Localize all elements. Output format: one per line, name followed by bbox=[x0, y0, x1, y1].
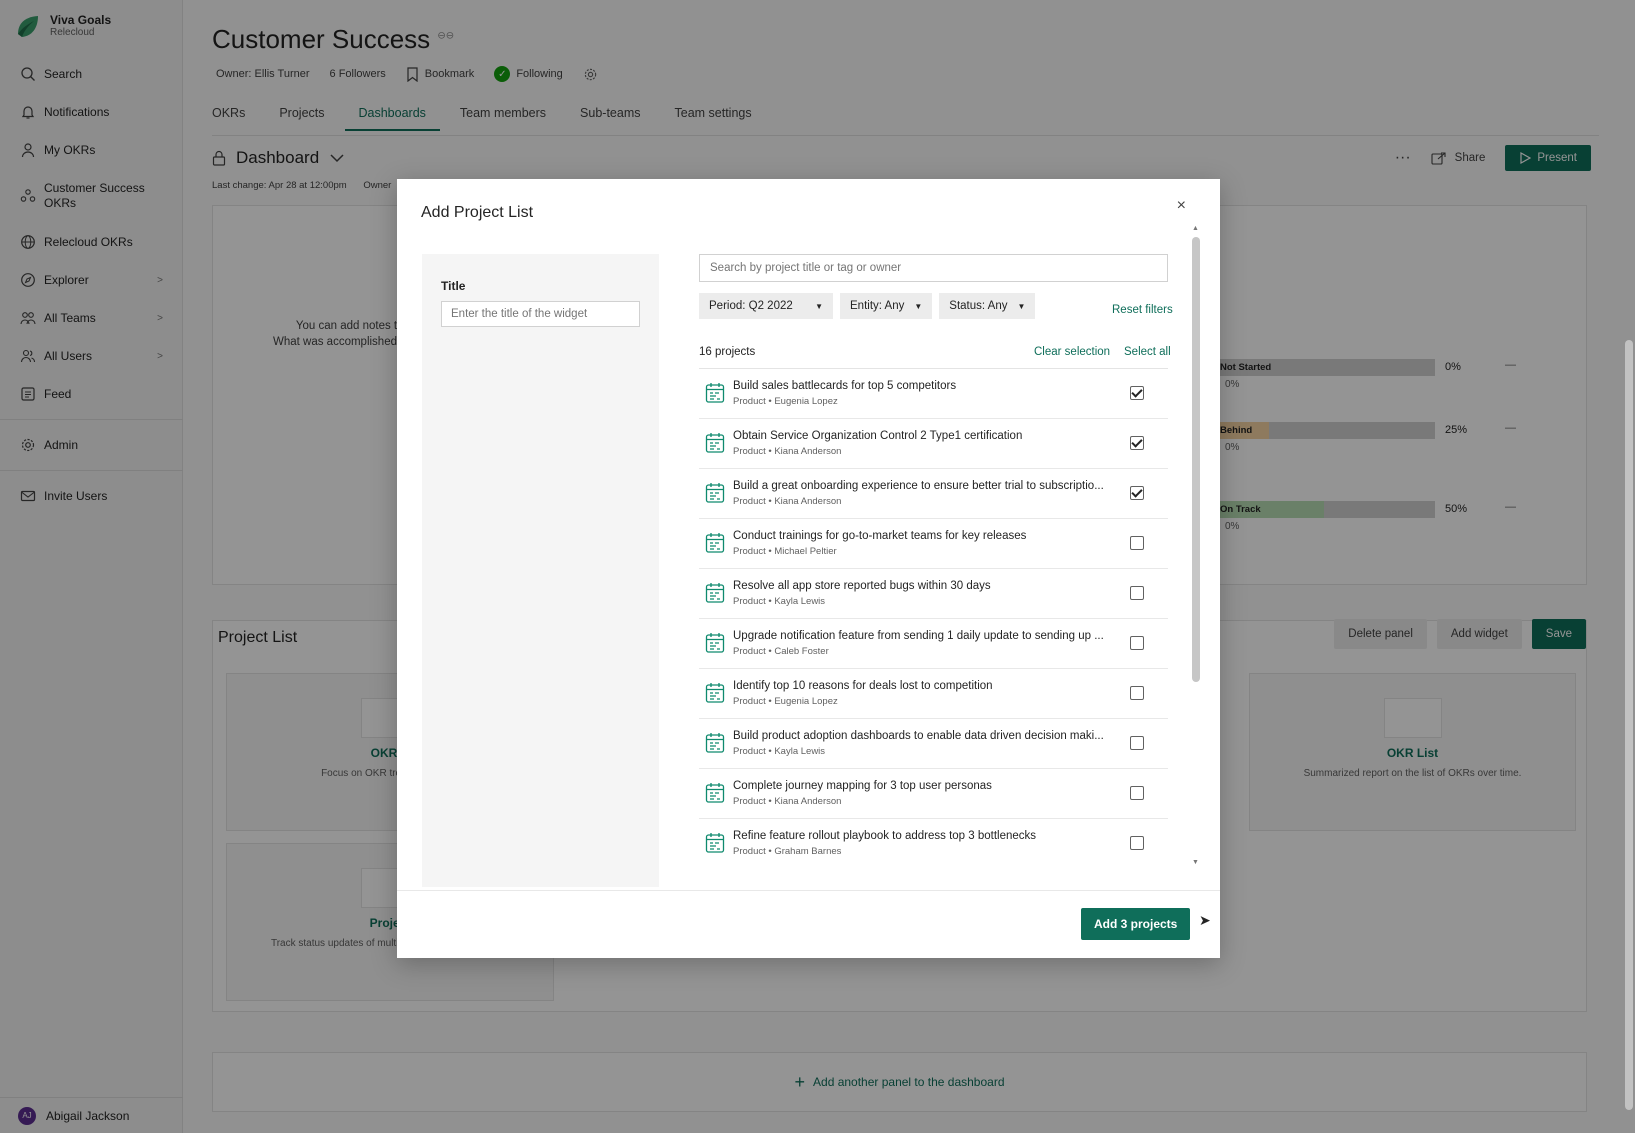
clear-selection-link[interactable]: Clear selection bbox=[1034, 346, 1110, 358]
project-name: Refine feature rollout playbook to addre… bbox=[733, 830, 1037, 842]
project-name: Obtain Service Organization Control 2 Ty… bbox=[733, 430, 1023, 442]
project-row[interactable]: Build product adoption dashboards to ena… bbox=[699, 719, 1168, 769]
project-row[interactable]: Build a great onboarding experience to e… bbox=[699, 469, 1168, 519]
caret-down-icon: ▼ bbox=[1017, 301, 1026, 311]
project-name: Identify top 10 reasons for deals lost t… bbox=[733, 680, 993, 692]
project-row[interactable]: Identify top 10 reasons for deals lost t… bbox=[699, 669, 1168, 719]
project-meta: Product • Eugenia Lopez bbox=[733, 396, 838, 407]
project-checkbox[interactable] bbox=[1130, 686, 1144, 700]
project-checkbox[interactable] bbox=[1130, 636, 1144, 650]
project-calendar-icon bbox=[705, 583, 725, 603]
project-row[interactable]: Refine feature rollout playbook to addre… bbox=[699, 819, 1168, 868]
add-project-list-dialog: Add Project List × Title Period: Q2 2022… bbox=[397, 179, 1220, 958]
project-checkbox[interactable] bbox=[1130, 386, 1144, 400]
filter-key: Period: bbox=[709, 300, 746, 312]
project-calendar-icon bbox=[705, 383, 725, 403]
project-name: Conduct trainings for go-to-market teams… bbox=[733, 530, 1027, 542]
project-row[interactable]: Complete journey mapping for 3 top user … bbox=[699, 769, 1168, 819]
divider bbox=[397, 890, 1220, 891]
filter-key: Entity: bbox=[850, 300, 882, 312]
filter-value: Q2 2022 bbox=[748, 300, 793, 312]
project-search-input[interactable] bbox=[699, 254, 1168, 282]
project-calendar-icon bbox=[705, 483, 725, 503]
project-checkbox[interactable] bbox=[1130, 586, 1144, 600]
project-calendar-icon bbox=[705, 433, 725, 453]
page-scrollbar[interactable] bbox=[1625, 340, 1633, 1110]
project-calendar-icon bbox=[705, 833, 725, 853]
widget-title-input[interactable] bbox=[441, 301, 640, 327]
filter-key: Status: bbox=[949, 300, 986, 312]
period-filter[interactable]: Period: Q2 2022 ▼ bbox=[699, 293, 833, 319]
filter-value: Any bbox=[884, 300, 905, 312]
project-name: Build sales battlecards for top 5 compet… bbox=[733, 380, 957, 392]
project-meta: Product • Caleb Foster bbox=[733, 646, 829, 657]
mouse-cursor-icon: ➤ bbox=[1199, 912, 1211, 928]
project-calendar-icon bbox=[705, 683, 725, 703]
scroll-up-icon[interactable]: ▲ bbox=[1192, 225, 1199, 232]
scroll-down-icon[interactable]: ▼ bbox=[1192, 859, 1199, 866]
project-name: Resolve all app store reported bugs with… bbox=[733, 580, 991, 592]
project-meta: Product • Graham Barnes bbox=[733, 846, 842, 857]
dialog-title: Add Project List bbox=[421, 204, 534, 221]
filter-bar: Period: Q2 2022 ▼ Entity: Any ▼ Status: … bbox=[699, 293, 1036, 319]
project-checkbox[interactable] bbox=[1130, 736, 1144, 750]
status-filter[interactable]: Status: Any ▼ bbox=[939, 293, 1036, 319]
project-meta: Product • Kayla Lewis bbox=[733, 596, 826, 607]
project-calendar-icon bbox=[705, 733, 725, 753]
project-name: Upgrade notification feature from sendin… bbox=[733, 630, 1104, 642]
caret-down-icon: ▼ bbox=[815, 301, 823, 311]
select-all-link[interactable]: Select all bbox=[1124, 346, 1171, 358]
entity-filter[interactable]: Entity: Any ▼ bbox=[840, 293, 933, 319]
project-meta: Product • Michael Peltier bbox=[733, 546, 837, 557]
scroll-thumb[interactable] bbox=[1192, 237, 1200, 682]
project-row[interactable]: Upgrade notification feature from sendin… bbox=[699, 619, 1168, 669]
project-calendar-icon bbox=[705, 533, 725, 553]
project-meta: Product • Kayla Lewis bbox=[733, 746, 826, 757]
close-icon[interactable]: × bbox=[1177, 197, 1186, 215]
title-label: Title bbox=[441, 279, 466, 293]
project-calendar-icon bbox=[705, 633, 725, 653]
filter-value: Any bbox=[987, 300, 1008, 312]
project-row[interactable]: Resolve all app store reported bugs with… bbox=[699, 569, 1168, 619]
project-row[interactable]: Conduct trainings for go-to-market teams… bbox=[699, 519, 1168, 569]
project-row[interactable]: Obtain Service Organization Control 2 Ty… bbox=[699, 419, 1168, 469]
project-checkbox[interactable] bbox=[1130, 836, 1144, 850]
project-name: Build product adoption dashboards to ena… bbox=[733, 730, 1104, 742]
add-projects-button[interactable]: Add 3 projects bbox=[1081, 908, 1191, 940]
dialog-scrollbar[interactable]: ▲ ▼ bbox=[1192, 225, 1200, 867]
project-checkbox[interactable] bbox=[1130, 486, 1144, 500]
project-list: Build sales battlecards for top 5 compet… bbox=[699, 368, 1168, 868]
caret-down-icon: ▼ bbox=[914, 301, 923, 311]
project-meta: Product • Kiana Anderson bbox=[733, 796, 842, 807]
project-meta: Product • Eugenia Lopez bbox=[733, 696, 838, 707]
project-row[interactable]: Build sales battlecards for top 5 compet… bbox=[699, 369, 1168, 419]
project-checkbox[interactable] bbox=[1130, 786, 1144, 800]
reset-filters-link[interactable]: Reset filters bbox=[1112, 304, 1173, 316]
project-checkbox[interactable] bbox=[1130, 536, 1144, 550]
project-name: Build a great onboarding experience to e… bbox=[733, 480, 1104, 492]
project-meta: Product • Kiana Anderson bbox=[733, 496, 842, 507]
project-name: Complete journey mapping for 3 top user … bbox=[733, 780, 992, 792]
project-calendar-icon bbox=[705, 783, 725, 803]
project-meta: Product • Kiana Anderson bbox=[733, 446, 842, 457]
project-count: 16 projects bbox=[699, 346, 756, 358]
project-checkbox[interactable] bbox=[1130, 436, 1144, 450]
widget-settings-pane: Title bbox=[422, 254, 659, 887]
